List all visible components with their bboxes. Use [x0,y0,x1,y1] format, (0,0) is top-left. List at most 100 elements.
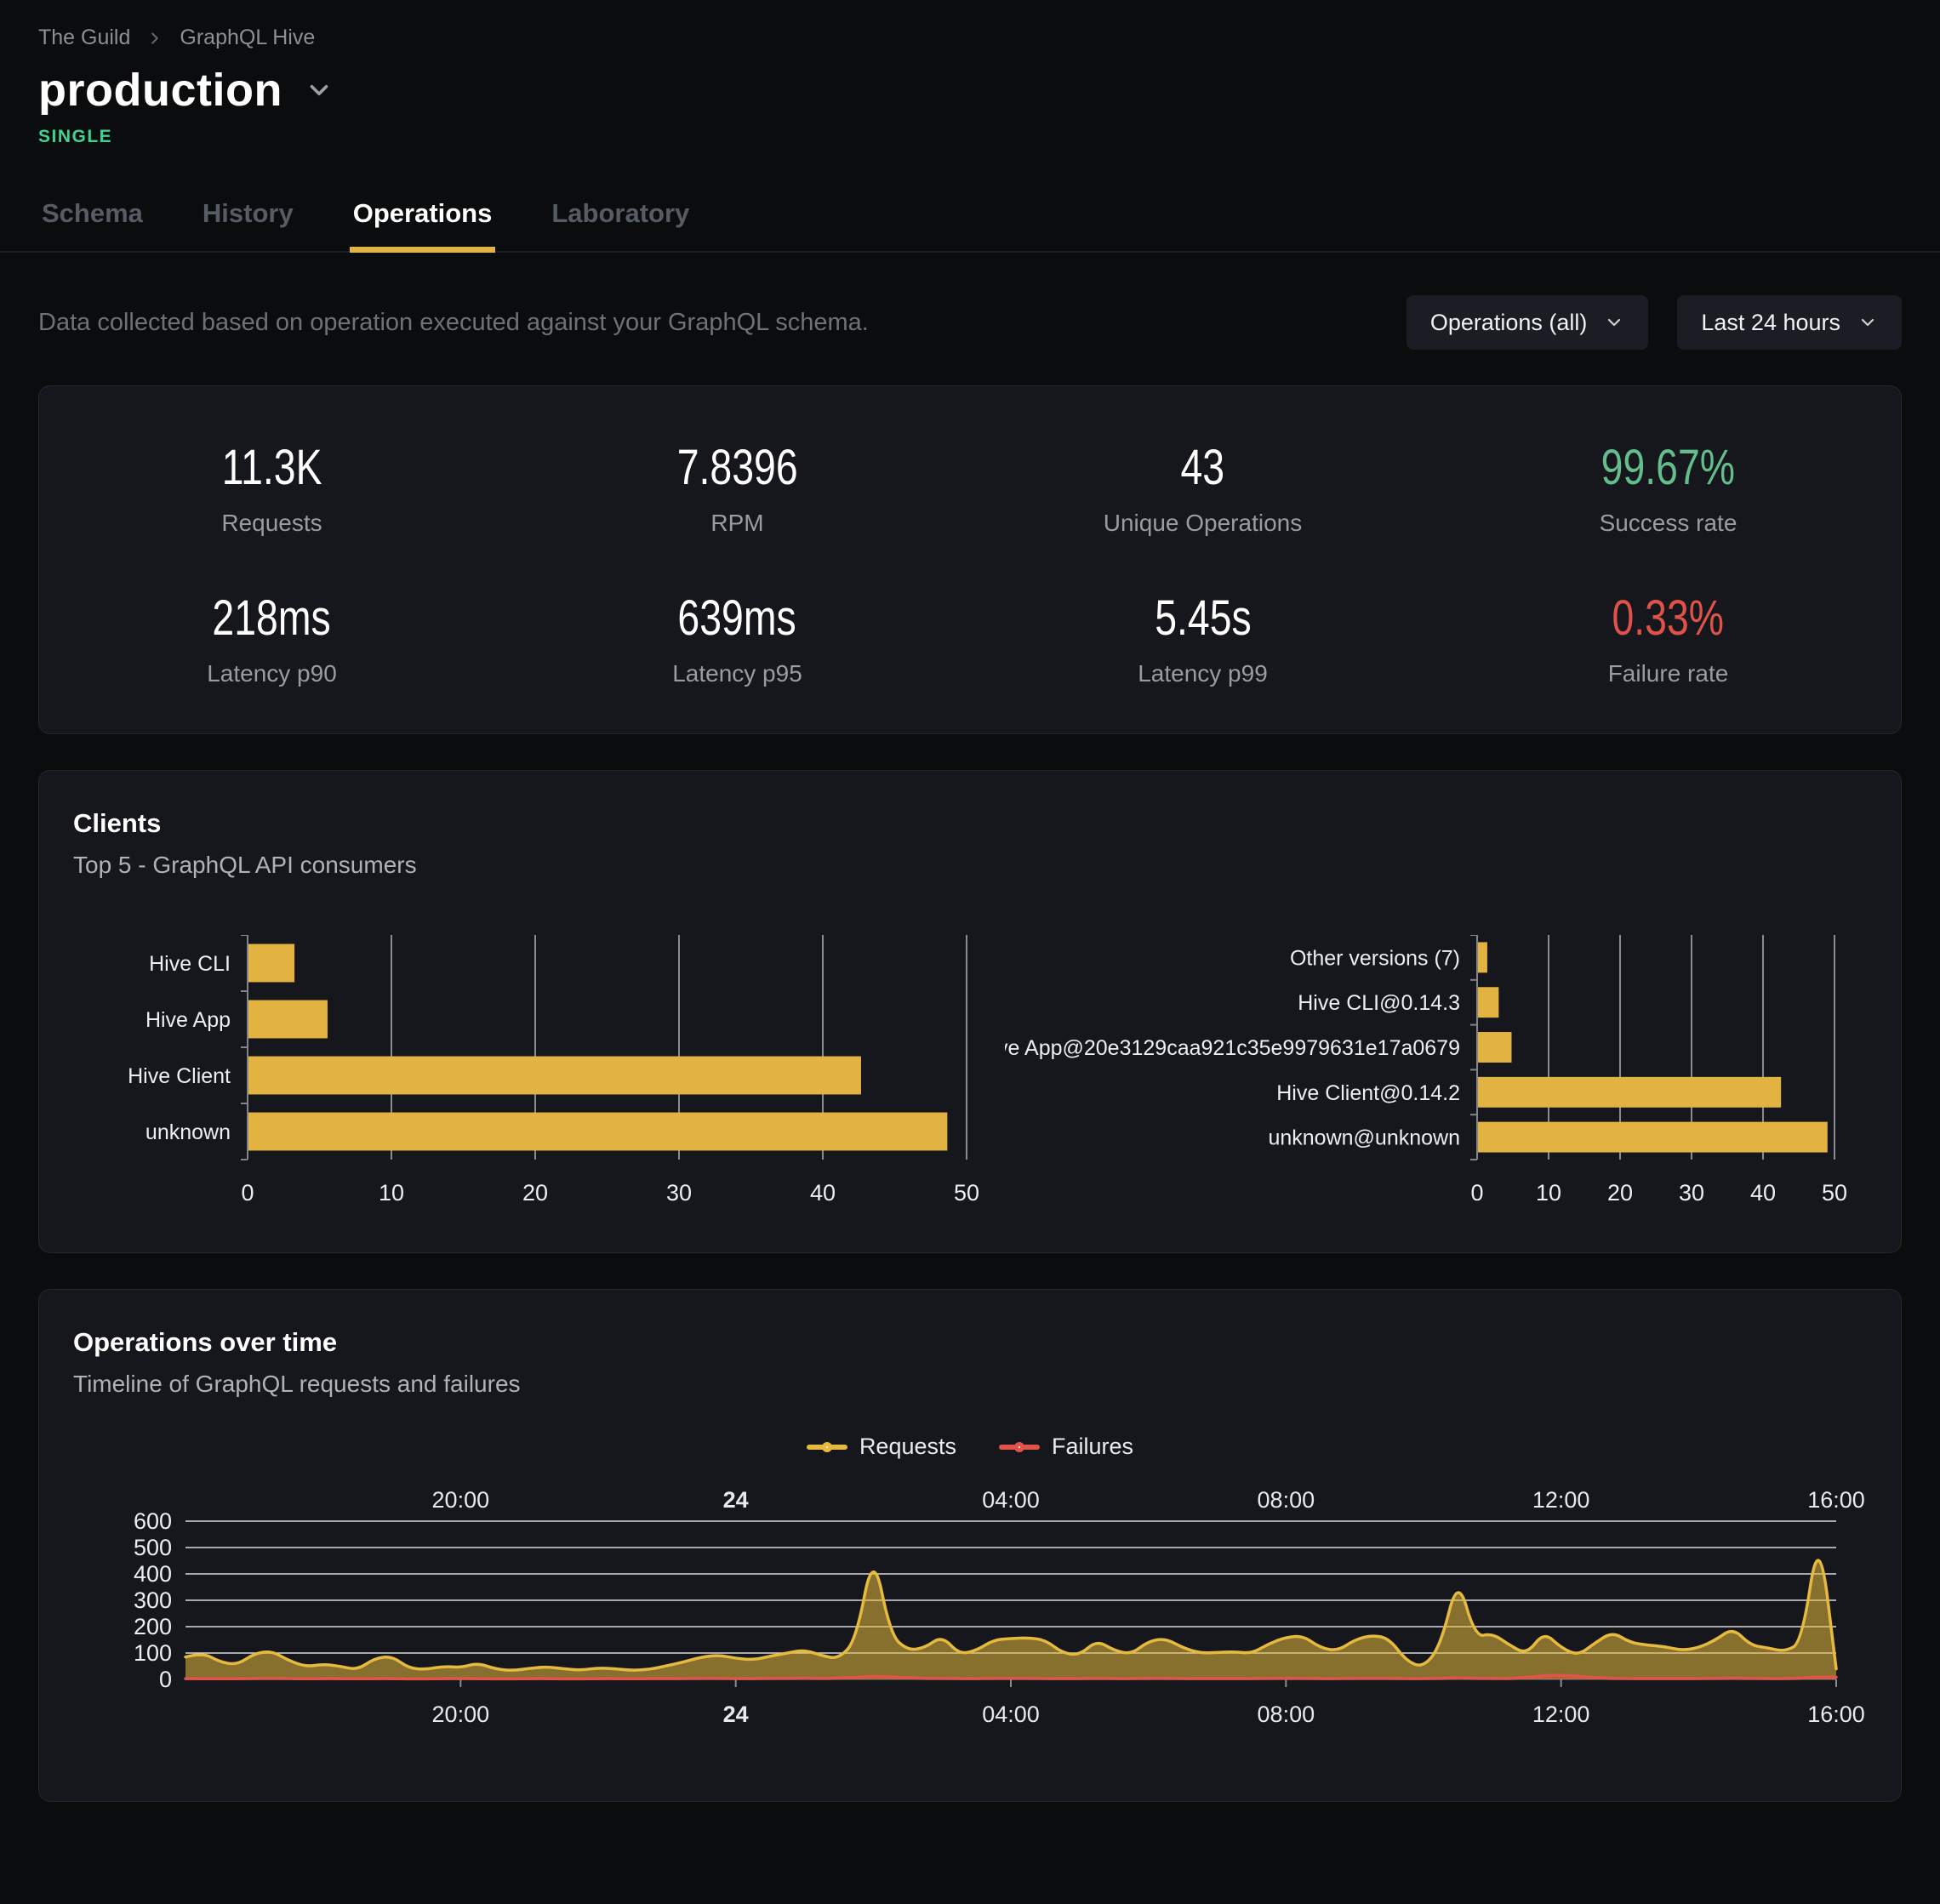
svg-text:0: 0 [159,1667,172,1692]
main-content: Data collected based on operation execut… [0,295,1940,1827]
stat-rpm: 7.8396 RPM [505,424,970,552]
chevron-down-icon [1857,312,1878,333]
svg-text:0: 0 [1470,1180,1483,1206]
clients-by-name-bar-chart: 01020304050Hive CLIHive AppHive Clientun… [73,935,999,1215]
stat-label: Success rate [1435,510,1901,537]
tab-laboratory[interactable]: Laboratory [548,185,693,251]
operations-card-subtitle: Timeline of GraphQL requests and failure… [73,1371,1867,1398]
svg-text:Hive Client@0.14.2: Hive Client@0.14.2 [1276,1081,1460,1105]
svg-text:Hive App: Hive App [146,1008,231,1032]
svg-text:40: 40 [810,1180,836,1206]
stat-label: Requests [39,510,505,537]
toolbar: Data collected based on operation execut… [38,295,1902,350]
svg-text:Hive CLI: Hive CLI [149,952,231,976]
svg-text:20:00: 20:00 [432,1487,490,1513]
svg-text:40: 40 [1750,1180,1776,1206]
svg-text:Hive CLI@0.14.3: Hive CLI@0.14.3 [1298,991,1460,1015]
svg-text:300: 300 [134,1588,172,1613]
operations-over-time-card: Operations over time Timeline of GraphQL… [38,1289,1902,1802]
tab-schema[interactable]: Schema [38,185,146,251]
tab-operations[interactable]: Operations [350,185,496,251]
svg-text:Hive App@20e3129caa921c35e9979: Hive App@20e3129caa921c35e9979631e17a067… [1005,1036,1460,1060]
breadcrumb-project[interactable]: GraphQL Hive [180,26,315,50]
stat-value: 99.67% [1435,439,1901,496]
svg-text:08:00: 08:00 [1258,1487,1315,1513]
legend-item-requests[interactable]: Requests [807,1434,956,1460]
operations-timeline-area-chart: 010020030040050060020:0020:00242404:0004… [73,1482,1867,1772]
collection-description: Data collected based on operation execut… [38,309,869,337]
title-row: production [38,64,1902,117]
graphql-hive-dashboard: The Guild GraphQL Hive production SINGLE… [0,0,1940,1904]
target-type-badge: SINGLE [38,127,1902,147]
svg-text:16:00: 16:00 [1807,1702,1865,1727]
requests-series-marker-icon [807,1438,847,1457]
svg-text:04:00: 04:00 [982,1487,1040,1513]
svg-text:12:00: 12:00 [1532,1487,1590,1513]
svg-text:12:00: 12:00 [1532,1702,1590,1727]
svg-text:20: 20 [1607,1180,1633,1206]
stat-label: Failure rate [1435,660,1901,687]
stat-value: 218ms [39,590,505,647]
stat-value: 7.8396 [505,439,970,496]
stat-latency-p90: 218ms Latency p90 [39,574,505,703]
clients-card-subtitle: Top 5 - GraphQL API consumers [73,852,1867,879]
svg-text:Other versions (7): Other versions (7) [1290,946,1460,970]
svg-text:400: 400 [134,1561,172,1587]
stat-requests: 11.3K Requests [39,424,505,552]
svg-text:20:00: 20:00 [432,1702,490,1727]
svg-text:500: 500 [134,1535,172,1560]
clients-by-version-bar-chart: 0 10 20 30 40 50 Other versions (7) Hive CLI@0.… [1005,935,1867,1215]
svg-text:200: 200 [134,1614,172,1639]
stat-unique-operations: 43 Unique Operations [970,424,1435,552]
svg-text:10: 10 [1536,1180,1561,1206]
failures-series-marker-icon [999,1438,1040,1457]
operations-filter-dropdown[interactable]: Operations (all) [1406,295,1649,350]
period-filter-value: Last 24 hours [1701,310,1840,336]
filters: Operations (all) Last 24 hours [1406,295,1902,350]
stat-value: 11.3K [39,439,505,496]
stat-label: Latency p99 [970,660,1435,687]
svg-text:10: 10 [379,1180,404,1206]
svg-text:08:00: 08:00 [1258,1702,1315,1727]
stat-label: Latency p95 [505,660,970,687]
period-filter-dropdown[interactable]: Last 24 hours [1677,295,1902,350]
stat-value: 5.45s [970,590,1435,647]
svg-text:100: 100 [134,1640,172,1666]
stat-value: 0.33% [1435,590,1901,647]
stat-label: Latency p90 [39,660,505,687]
svg-text:50: 50 [1822,1180,1847,1206]
header: The Guild GraphQL Hive production SINGLE [0,0,1940,147]
stat-label: RPM [505,510,970,537]
chevron-right-icon [146,29,164,48]
operations-filter-value: Operations (all) [1430,310,1588,336]
chart-legend: Requests Failures [73,1434,1867,1460]
svg-text:24: 24 [723,1487,749,1513]
target-selector-chevron-down-icon[interactable] [305,76,334,105]
operations-card-title: Operations over time [73,1327,1867,1358]
breadcrumb: The Guild GraphQL Hive [38,26,1902,50]
page-title: production [38,64,282,117]
svg-text:16:00: 16:00 [1807,1487,1865,1513]
stat-value: 43 [970,439,1435,496]
svg-text:30: 30 [1679,1180,1704,1206]
svg-text:Hive Client: Hive Client [128,1064,231,1088]
legend-label: Failures [1052,1434,1133,1460]
breadcrumb-org[interactable]: The Guild [38,26,130,50]
svg-text:600: 600 [134,1508,172,1534]
svg-text:unknown@unknown: unknown@unknown [1268,1126,1460,1150]
stat-failure-rate: 0.33% Failure rate [1435,574,1901,703]
legend-item-failures[interactable]: Failures [999,1434,1133,1460]
stats-card: 11.3K Requests 7.8396 RPM 43 Unique Oper… [38,385,1902,734]
tab-history[interactable]: History [199,185,297,251]
tab-bar: Schema History Operations Laboratory [0,185,1940,253]
stat-success-rate: 99.67% Success rate [1435,424,1901,552]
stat-value: 639ms [505,590,970,647]
svg-text:30: 30 [666,1180,692,1206]
svg-text:unknown: unknown [146,1120,231,1144]
stat-latency-p95: 639ms Latency p95 [505,574,970,703]
svg-text:50: 50 [954,1180,979,1206]
stat-latency-p99: 5.45s Latency p99 [970,574,1435,703]
clients-card: Clients Top 5 - GraphQL API consumers 01… [38,770,1902,1253]
svg-text:20: 20 [522,1180,548,1206]
svg-text:04:00: 04:00 [982,1702,1040,1727]
